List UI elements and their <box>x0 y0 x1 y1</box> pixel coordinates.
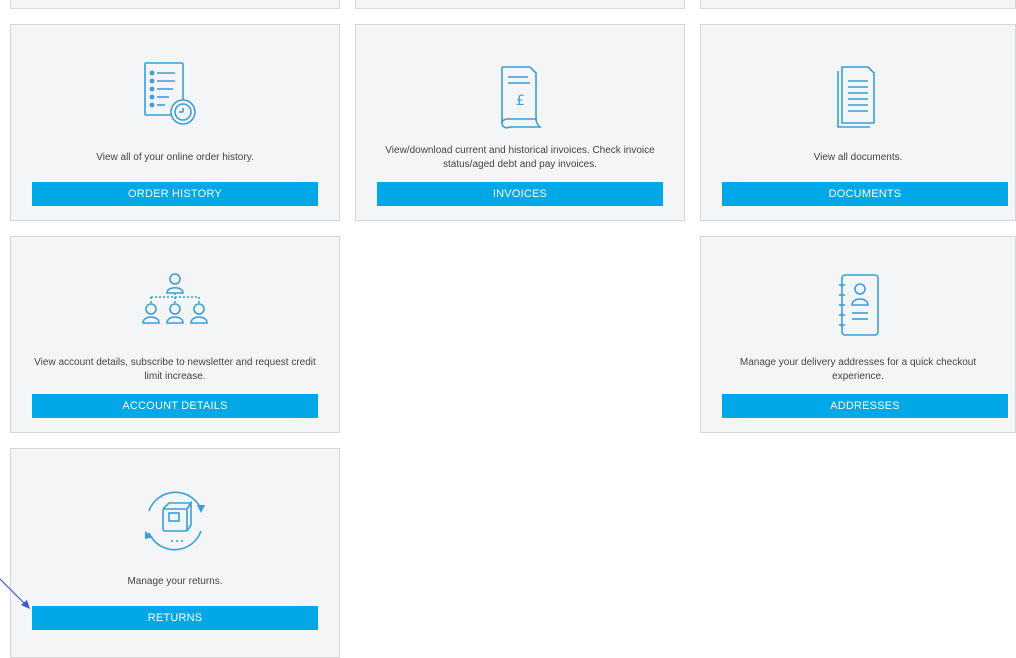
documents-description: View all documents. <box>813 152 903 163</box>
order-history-description: View all of your online order history. <box>96 152 254 163</box>
account-details-button[interactable]: ACCOUNT DETAILS <box>32 394 318 418</box>
invoices-card: £ View/download current and historical i… <box>355 24 685 221</box>
order-history-card: View all of your online order history. O… <box>10 24 340 221</box>
documents-card: View all documents. DOCUMENTS <box>700 24 1016 221</box>
returns-card: Manage your returns. RETURNS <box>10 448 340 658</box>
partial-card-top-left <box>10 0 340 9</box>
account-details-card: View account details, subscribe to newsl… <box>10 236 340 433</box>
addresses-card: Manage your delivery addresses for a qui… <box>700 236 1016 433</box>
returns-description: Manage your returns. <box>127 576 223 587</box>
partial-card-top-middle <box>355 0 685 9</box>
invoices-button[interactable]: INVOICES <box>377 182 663 206</box>
addresses-description: Manage your delivery addresses for a qui… <box>739 357 977 382</box>
documents-icon <box>818 57 898 137</box>
addresses-button[interactable]: ADDRESSES <box>722 394 1008 418</box>
pointer-arrow-icon <box>0 578 30 609</box>
invoices-description: View/download current and historical inv… <box>385 145 655 170</box>
order-history-button[interactable]: ORDER HISTORY <box>32 182 318 206</box>
svg-text:£: £ <box>516 93 525 109</box>
returns-icon <box>135 481 215 561</box>
documents-button[interactable]: DOCUMENTS <box>722 182 1008 206</box>
partial-card-top-right <box>700 0 1016 9</box>
order-history-icon <box>135 57 215 137</box>
account-hierarchy-icon <box>135 269 215 349</box>
address-book-icon <box>818 269 898 349</box>
account-details-description: View account details, subscribe to newsl… <box>34 357 316 382</box>
returns-button[interactable]: RETURNS <box>32 606 318 630</box>
invoice-icon: £ <box>480 57 560 137</box>
